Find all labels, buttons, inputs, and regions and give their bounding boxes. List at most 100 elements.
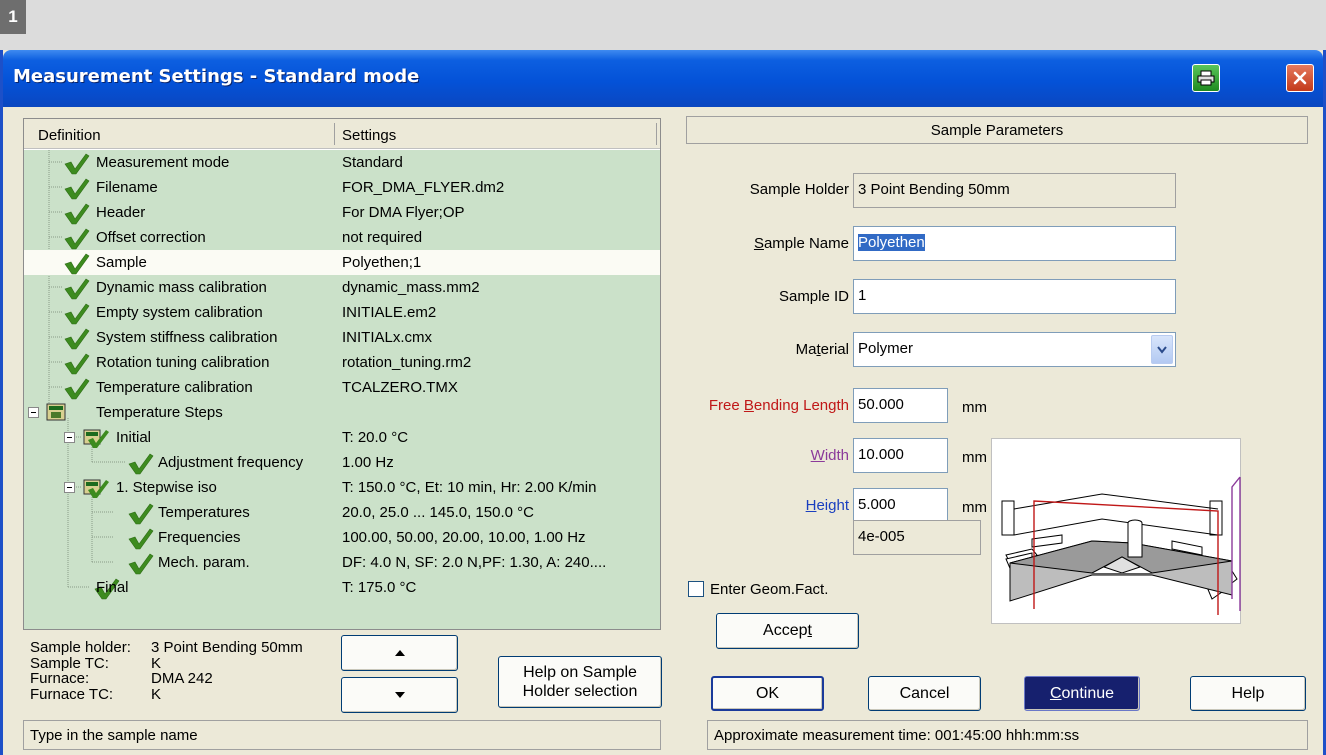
tree-row[interactable]: Temperatures 20.0, 25.0 ... 145.0, 150.0 … [24,500,660,525]
tree-row[interactable]: Final T: 175.0 °C [24,575,660,600]
enter-geom-fact-label[interactable]: Enter Geom.Fact. [710,581,828,598]
collapse-toggle[interactable] [28,407,39,418]
tree-row[interactable]: System stiffness calibration INITIALx.cmx [24,325,660,350]
sample-id-label: Sample ID [778,288,849,305]
help-sample-holder-button[interactable]: Help on Sample Holder selection [498,656,662,708]
sample-holder-label: Sample holder: [30,639,131,656]
sample-name-input[interactable]: Polyethen [853,226,1176,261]
furnace-label: Furnace: [30,670,90,687]
tree-row-value: dynamic_mass.mm2 [342,279,480,296]
tree-row[interactable]: Dynamic mass calibration dynamic_mass.mm2 [24,275,660,300]
height-input[interactable]: 5.000 [853,488,948,523]
move-down-button[interactable] [341,677,458,713]
tree-row-label: Dynamic mass calibration [96,279,267,296]
close-button[interactable] [1286,64,1314,92]
tree-row-label: Final [96,579,129,596]
move-up-button[interactable] [341,635,458,671]
step-badge: 1 [0,0,26,34]
tree-row-value: INITIALx.cmx [342,329,433,346]
height-label: Height [805,497,849,514]
tree-row[interactable]: Rotation tuning calibration rotation_tuni… [24,350,660,375]
tree-row-value: Standard [342,154,403,171]
tree-row-label: Measurement mode [96,154,230,171]
minus-icon [67,487,72,488]
tree-row-value: For DMA Flyer;OP [342,204,465,221]
tree-row[interactable]: Filename FOR_DMA_FLYER.dm2 [24,175,660,200]
sample-id-input[interactable]: 1 [853,279,1176,314]
free-bending-length-unit: mm [962,399,987,416]
help-sample-holder-line1: Help on Sample [523,664,637,681]
tree-row[interactable]: Adjustment frequency 1.00 Hz [24,450,660,475]
tree-row-label: Empty system calibration [96,304,263,321]
tree-row[interactable]: Empty system calibration INITIALE.em2 [24,300,660,325]
tree-row-label: Adjustment frequency [158,454,304,471]
material-dropdown-button[interactable] [1151,335,1173,364]
furnace-tc-label: Furnace TC: [30,685,114,703]
collapse-toggle[interactable] [64,482,75,493]
tree-row-value: DF: 4.0 N, SF: 2.0 N,PF: 1.30, A: 240...… [342,554,607,571]
furnace-value: DMA 242 [151,670,213,687]
tree-row-value: Polyethen;1 [342,254,422,271]
sample-holder-field: 3 Point Bending 50mm [853,173,1176,208]
status-hint: Type in the sample name [23,720,661,750]
definition-tree[interactable]: Definition Settings Measurement mode Sta… [23,118,661,630]
tree-body: Measurement mode Standard Filename FOR_DMA_… [24,150,660,629]
material-select[interactable]: Polymer [853,332,1176,367]
measurement-settings-window: Measurement Settings - Standard mode Def… [0,50,1326,755]
enter-geom-fact-checkbox[interactable] [688,581,704,597]
tree-row-label: System stiffness calibration [96,329,278,346]
tree-row-label: Offset correction [96,229,206,246]
tree-row-value: T: 20.0 °C [342,429,409,446]
sample-tc-value: K [151,654,162,672]
cancel-button[interactable]: Cancel [868,676,981,711]
chevron-down-icon [1157,345,1167,354]
tree-row[interactable]: Temperature Steps [24,400,660,425]
tree-row-value: T: 150.0 °C, Et: 10 min, Hr: 2.00 K/min [342,479,597,496]
arrow-down-icon [394,692,405,698]
height-unit: mm [962,499,987,516]
tree-row-value: 100.00, 50.00, 20.00, 10.00, 1.00 Hz [342,529,586,546]
tree-row[interactable]: 1. Stepwise iso T: 150.0 °C, Et: 10 min, … [24,475,660,500]
sample-parameters-header: Sample Parameters [686,116,1308,144]
sample-holder-diagram [991,438,1241,624]
width-input[interactable]: 10.000 [853,438,948,473]
tree-row-value: INITIALE.em2 [342,304,437,321]
accept-button[interactable]: Accep t [716,613,859,649]
measurement-time-status: Approximate measurement time: 001:45:00 … [707,720,1308,750]
tree-row[interactable]: Mech. param. DF: 4.0 N, SF: 2.0 N,PF: 1.3… [24,550,660,575]
sample-holder-value: 3 Point Bending 50mm [151,639,303,656]
ok-button[interactable]: OK [711,676,824,711]
tree-row[interactable]: Measurement mode Standard [24,150,660,175]
tree-row-label: Filename [96,179,158,196]
minus-icon [67,437,72,438]
tree-row[interactable]: Initial T: 20.0 °C [24,425,660,450]
continue-button[interactable]: Continue [1024,676,1140,711]
tree-row[interactable]: Offset correction not required [24,225,660,250]
printer-icon [1197,70,1215,86]
tree-row-label: Frequencies [158,529,241,546]
tree-row-label: Mech. param. [158,554,250,571]
tree-row[interactable]: Temperature calibration TCALZERO.TMX [24,375,660,400]
tree-row-label: 1. Stepwise iso [116,479,217,496]
tree-header: Definition Settings [24,119,660,149]
sample-tc-label: Sample TC: [30,654,109,672]
sample-name-value: Polyethen [858,234,925,251]
width-unit: mm [962,449,987,466]
tree-row-label: Header [96,204,146,221]
print-button[interactable] [1192,64,1220,92]
tree-row-label: Temperatures [158,504,250,521]
tree-row[interactable]: Frequencies 100.00, 50.00, 20.00, 10.00, … [24,525,660,550]
tree-row-label: Temperature calibration [96,379,253,396]
column-header-definition[interactable]: Definition [38,127,101,144]
tree-row[interactable]: Header For DMA Flyer;OP [24,200,660,225]
collapse-toggle[interactable] [64,432,75,443]
tree-row[interactable]: Sample Polyethen;1 [24,250,660,275]
tree-row-label: Initial [116,429,152,446]
minus-icon [31,412,36,413]
tree-row-value: 20.0, 25.0 ... 145.0, 150.0 °C [342,504,534,521]
tree-row-label: Sample [96,254,147,271]
material-label: Material [795,341,849,358]
free-bending-length-input[interactable]: 50.000 [853,388,948,423]
column-header-settings[interactable]: Settings [342,127,396,144]
help-button[interactable]: Help [1190,676,1306,711]
